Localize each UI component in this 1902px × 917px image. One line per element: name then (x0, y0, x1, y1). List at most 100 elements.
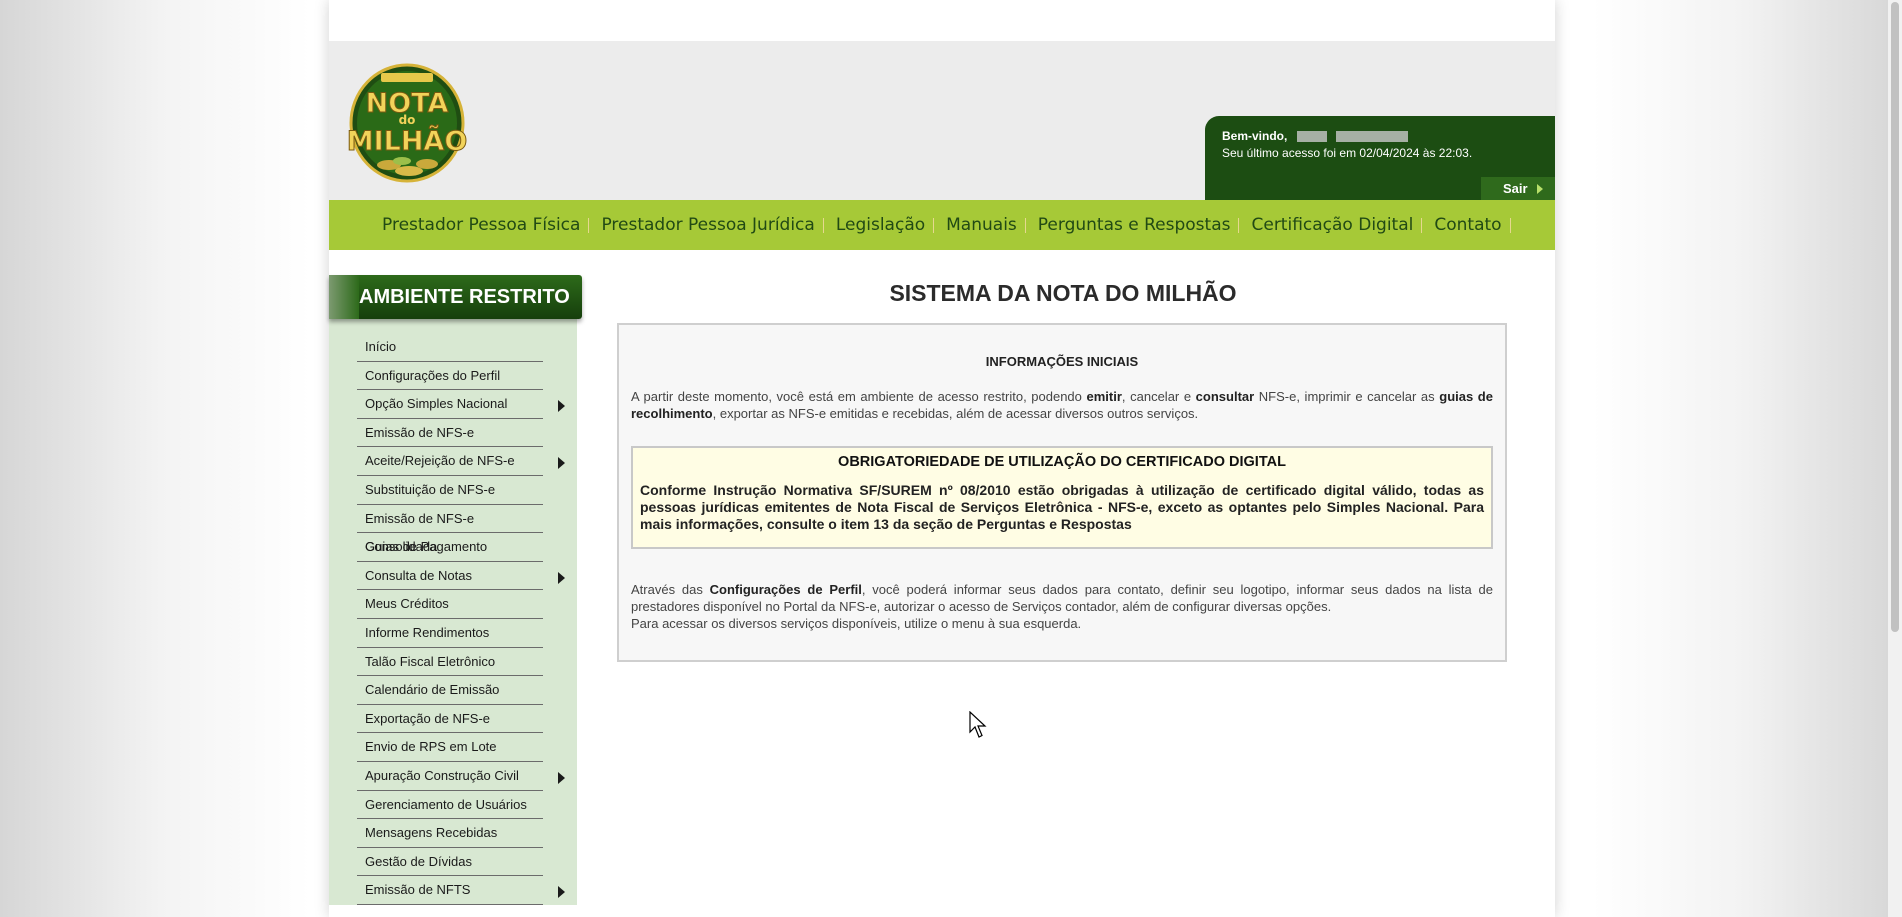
page-container: NOTA do MILHÃO Bem-vindo, Seu último ace… (329, 0, 1555, 917)
sidebar-menu-item[interactable]: Emissão de NFS-e (357, 419, 543, 448)
nav-manuais[interactable]: Manuais (946, 215, 1038, 235)
nav-prestador-pessoa-juridica[interactable]: Prestador Pessoa Jurídica (601, 215, 835, 235)
sidebar-menu-item-label: Exportação de NFS-e (365, 710, 491, 726)
nav-separator (933, 217, 935, 233)
arrow-right-icon (1537, 184, 1543, 194)
redacted-username (1336, 131, 1409, 143)
sidebar-menu-item-label: Talão Fiscal Eletrônico (365, 653, 496, 669)
nav-prestador-pessoa-fisica[interactable]: Prestador Pessoa Física (382, 215, 601, 235)
page-scrollbar[interactable] (1888, 0, 1902, 917)
content-area: AMBIENTE RESTRITO Início Configurações do… (329, 250, 1555, 917)
config-bold: Configurações de Perfil (709, 582, 862, 597)
top-strip (329, 0, 1555, 41)
sidebar-menu-item[interactable]: Substituição de NFS-e (357, 476, 543, 505)
logout-label: Sair (1503, 181, 1528, 196)
sidebar-menu-item[interactable]: Informe Rendimentos (357, 619, 543, 648)
sidebar-menu-item[interactable]: Início (357, 333, 543, 362)
info-box: INFORMAÇÕES INICIAIS A partir deste mome… (617, 323, 1507, 662)
nav-separator (1238, 217, 1240, 233)
sidebar-menu-item[interactable]: Aceite/Rejeição de NFS-e (357, 447, 565, 476)
intro-bold: emitir (1086, 389, 1122, 404)
sidebar-menu: Início Configurações do Perfil Opção Simpl… (329, 319, 577, 905)
sidebar-menu-item-label: Mensagens Recebidas (365, 825, 498, 841)
nav-contato[interactable]: Contato (1434, 215, 1522, 235)
nav-certificacao-digital[interactable]: Certificação Digital (1251, 215, 1434, 235)
sidebar-title: AMBIENTE RESTRITO (329, 275, 582, 319)
nav-legislacao[interactable]: Legislação (836, 215, 946, 235)
welcome-box: Bem-vindo, Seu último acesso foi em 02/0… (1205, 116, 1555, 200)
sidebar-menu-item-label: Emissão de NFS-e (365, 424, 475, 440)
sidebar-menu-item-label: Emissão de NFTS (365, 882, 471, 898)
sidebar-menu-item-label: Gestão de Dívidas (365, 853, 472, 869)
certificate-notice-text: Conforme Instrução Normativa SF/SUREM nº… (640, 482, 1484, 532)
sidebar-menu-item[interactable]: Calendário de Emissão (357, 676, 543, 705)
sidebar-menu-item[interactable]: Consulta de Notas (357, 562, 565, 591)
sidebar-menu-item-label: Opção Simples Nacional (365, 396, 508, 412)
sidebar-menu-item-label: Meus Créditos (365, 596, 449, 612)
sidebar-menu-item[interactable]: Gestão de Dívidas (357, 848, 543, 877)
sidebar-title-text: AMBIENTE RESTRITO (359, 286, 570, 308)
sidebar-menu-item-label: Apuração Construção Civil (365, 767, 519, 783)
main-nav: Prestador Pessoa Física Prestador Pessoa… (329, 200, 1555, 250)
sidebar-menu-item[interactable]: Talão Fiscal Eletrônico (357, 648, 543, 677)
nav-separator (1509, 217, 1511, 233)
sidebar-menu-item-label: Consulta de Notas (365, 567, 472, 583)
config-text: Através das Configurações de Perfil, voc… (631, 581, 1493, 632)
intro-part: , cancelar e (1121, 389, 1196, 404)
submenu-arrow-icon (558, 886, 565, 899)
info-heading: INFORMAÇÕES INICIAIS (985, 354, 1139, 369)
svg-text:MILHÃO: MILHÃO (347, 125, 467, 157)
sidebar-menu-item[interactable]: Guias de Pagamento (357, 533, 543, 562)
sidebar-menu-item[interactable]: Configurações do Perfil (357, 362, 543, 391)
intro-part: A partir deste momento, você está em amb… (631, 389, 1087, 404)
certificate-notice: OBRIGATORIEDADE DE UTILIZAÇÃO DO CERTIFI… (631, 446, 1493, 549)
nav-label: Prestador Pessoa Física (382, 215, 581, 235)
submenu-arrow-icon (558, 571, 565, 584)
sidebar-menu-item[interactable]: Mensagens Recebidas (357, 819, 543, 848)
nav-separator (822, 217, 824, 233)
sidebar-menu-item[interactable]: Envio de RPS em Lote (357, 733, 543, 762)
nav-label: Manuais (946, 215, 1017, 235)
config-part: Para acessar os diversos serviços dispon… (631, 616, 1082, 631)
certificate-notice-title: OBRIGATORIEDADE DE UTILIZAÇÃO DO CERTIFI… (838, 454, 1286, 470)
intro-text: A partir deste momento, você está em amb… (631, 388, 1493, 422)
intro-bold: consultar (1195, 389, 1255, 404)
nav-separator (1024, 217, 1026, 233)
sidebar-menu-item-label: Calendário de Emissão (365, 682, 500, 698)
page-title: SISTEMA DA NOTA DO MILHÃO (889, 280, 1237, 306)
scrollbar-thumb[interactable] (1891, 2, 1899, 632)
submenu-arrow-icon (558, 771, 565, 784)
sidebar-menu-item-label: Aceite/Rejeição de NFS-e (365, 453, 515, 469)
header: NOTA do MILHÃO Bem-vindo, Seu último ace… (329, 41, 1555, 200)
nota-do-milhao-logo[interactable]: NOTA do MILHÃO (346, 61, 468, 185)
sidebar-menu-item[interactable]: Gerenciamento de Usuários (357, 791, 543, 820)
nav-label: Perguntas e Respostas (1037, 215, 1231, 235)
nav-label: Contato (1434, 215, 1502, 235)
nav-separator (588, 217, 590, 233)
redacted-username (1296, 131, 1327, 143)
sidebar-menu-item[interactable]: Emissão de NFTS (357, 876, 565, 905)
main-content: SISTEMA DA NOTA DO MILHÃO INFORMAÇÕES IN… (617, 275, 1507, 662)
sidebar-menu-item[interactable]: Meus Créditos (357, 590, 543, 619)
nav-label: Prestador Pessoa Jurídica (601, 215, 815, 235)
nav-label: Certificação Digital (1251, 215, 1414, 235)
sidebar-menu-item[interactable]: Apuração Construção Civil (357, 762, 565, 791)
logout-button[interactable]: Sair (1481, 177, 1555, 200)
intro-part: , exportar as NFS-e emitidas e recebidas… (712, 406, 1199, 421)
sidebar-menu-item-label: Substituição de NFS-e (365, 481, 496, 497)
sidebar-menu-item[interactable]: Opção Simples Nacional (357, 390, 565, 419)
sidebar: AMBIENTE RESTRITO Início Configurações do… (329, 275, 582, 905)
sidebar-menu-item-label: Guias de Pagamento (365, 539, 488, 555)
sidebar-menu-item-label: Configurações do Perfil (365, 367, 501, 383)
submenu-arrow-icon (558, 400, 565, 413)
nav-label: Legislação (835, 215, 926, 235)
sidebar-menu-item[interactable]: Emissão de NFS-e Consolidada (357, 505, 543, 554)
svg-text:do: do (399, 113, 416, 127)
welcome-label: Bem-vindo, (1222, 129, 1288, 143)
sidebar-menu-item-label: Informe Rendimentos (365, 624, 490, 640)
nav-perguntas-respostas[interactable]: Perguntas e Respostas (1038, 215, 1252, 235)
sidebar-menu-item-label: Início (365, 339, 397, 354)
sidebar-menu-item[interactable]: Exportação de NFS-e (357, 705, 543, 734)
sidebar-title-gradient (329, 275, 359, 319)
intro-part: NFS-e, imprimir e cancelar as (1254, 389, 1440, 404)
